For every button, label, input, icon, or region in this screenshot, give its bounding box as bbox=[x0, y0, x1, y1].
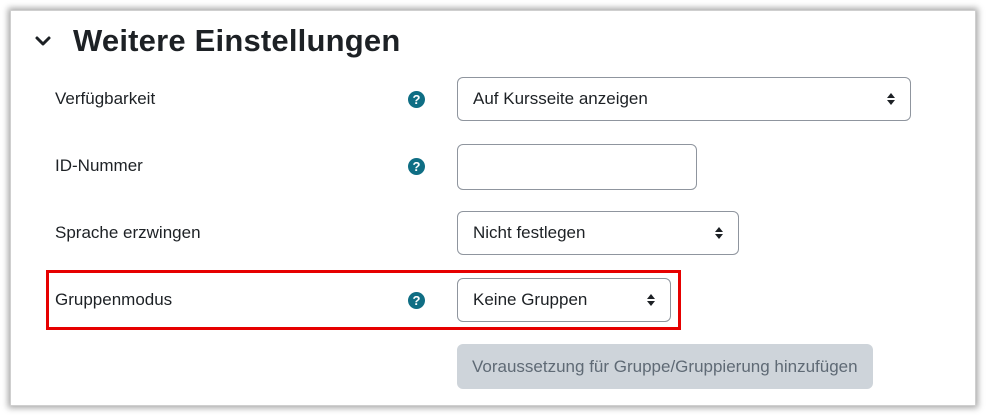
section-title: Weitere Einstellungen bbox=[73, 23, 401, 58]
sort-up-down-icon bbox=[647, 294, 655, 306]
visibility-select[interactable]: Auf Kursseite anzeigen bbox=[457, 77, 911, 121]
groupmode-row: Gruppenmodus ? Keine Gruppen bbox=[11, 278, 975, 324]
help-icon[interactable]: ? bbox=[408, 292, 425, 309]
sort-up-down-icon bbox=[715, 227, 723, 239]
idnumber-row: ID-Nummer ? bbox=[11, 144, 975, 190]
language-label: Sprache erzwingen bbox=[55, 223, 201, 242]
sort-up-down-icon bbox=[887, 93, 895, 105]
settings-panel: Weitere Einstellungen Verfügbarkeit ? Au… bbox=[10, 10, 976, 406]
visibility-select-value: Auf Kursseite anzeigen bbox=[473, 89, 648, 108]
section-header[interactable]: Weitere Einstellungen bbox=[33, 23, 400, 59]
help-icon[interactable]: ? bbox=[408, 158, 425, 175]
visibility-label: Verfügbarkeit bbox=[55, 89, 156, 108]
help-icon[interactable]: ? bbox=[408, 91, 425, 108]
add-group-restriction-button[interactable]: Voraussetzung für Gruppe/Gruppierung hin… bbox=[457, 344, 873, 389]
groupmode-label: Gruppenmodus bbox=[55, 290, 173, 309]
language-select[interactable]: Nicht festlegen bbox=[457, 211, 739, 255]
groupmode-select[interactable]: Keine Gruppen bbox=[457, 278, 671, 322]
language-select-value: Nicht festlegen bbox=[473, 223, 586, 242]
groupmode-select-value: Keine Gruppen bbox=[473, 290, 588, 309]
chevron-down-icon[interactable] bbox=[33, 31, 53, 51]
language-row: Sprache erzwingen Nicht festlegen bbox=[11, 211, 975, 257]
idnumber-input[interactable] bbox=[457, 144, 697, 190]
visibility-row: Verfügbarkeit ? Auf Kursseite anzeigen bbox=[11, 77, 975, 123]
idnumber-label: ID-Nummer bbox=[55, 156, 143, 175]
